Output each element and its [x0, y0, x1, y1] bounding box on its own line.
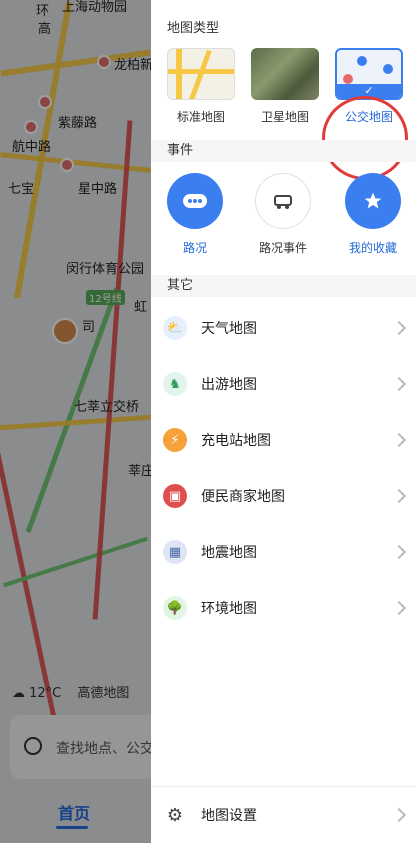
map-type-list: 标准地图 卫星地图 ✓ 公交地图 [151, 48, 416, 180]
road-event-icon [255, 173, 311, 229]
list-item-label: 天气地图 [201, 321, 257, 337]
events-title: 事件 [151, 140, 416, 162]
event-road-incident[interactable]: 路况事件 [243, 173, 323, 256]
standard-map-thumbnail [167, 48, 235, 100]
event-label: 路况事件 [258, 241, 307, 255]
weather-icon: ⛅ [163, 316, 187, 340]
merchant-icon: ▣ [163, 484, 187, 508]
travel-icon: ♞ [163, 372, 187, 396]
list-item-label: 地震地图 [201, 545, 257, 561]
list-item-label: 充电站地图 [201, 433, 271, 449]
earthquake-icon: ▦ [163, 540, 187, 564]
gear-icon: ⚙ [166, 804, 184, 826]
map-types-title: 地图类型 [151, 18, 220, 40]
traffic-icon [167, 173, 223, 229]
dim-overlay[interactable] [0, 0, 151, 843]
map-type-label: 卫星地图 [260, 110, 309, 124]
list-item-travel-map[interactable]: ♞ 出游地图 [151, 356, 416, 412]
list-item-label: 便民商家地图 [201, 489, 285, 505]
transit-map-thumbnail: ✓ [335, 48, 403, 100]
list-item-charging-map[interactable]: ⚡ 充电站地图 [151, 412, 416, 468]
event-label: 路况 [182, 241, 207, 255]
event-favorites[interactable]: 我的收藏 [333, 173, 413, 256]
list-item-weather-map[interactable]: ⛅ 天气地图 [151, 300, 416, 356]
satellite-map-thumbnail [251, 48, 319, 100]
events-list: 路况 路况事件 我的收藏 [151, 163, 416, 273]
chevron-right-icon [391, 807, 407, 823]
map-view[interactable]: 环 上海动物园 高 龙柏新 紫藤路 航中路 七宝 星中路 闵行体育公园 12号线… [0, 0, 151, 843]
other-map-list: ⛅ 天气地图 ♞ 出游地图 ⚡ 充电站地图 ▣ 便民商家地图 ▦ 地震地图 🌳 … [151, 300, 416, 636]
list-item-earthquake-map[interactable]: ▦ 地震地图 [151, 524, 416, 580]
list-item-environment-map[interactable]: 🌳 环境地图 [151, 580, 416, 636]
map-layers-panel: 地图类型 标准地图 卫星地图 ✓ 公交地图 事件 路况 路况事件 我的收藏 其它… [151, 0, 416, 843]
map-type-satellite[interactable]: 卫星地图 [251, 48, 321, 130]
map-settings-row[interactable]: ⚙ 地图设置 [151, 786, 416, 843]
map-type-standard[interactable]: 标准地图 [167, 48, 237, 130]
map-type-label: 标准地图 [176, 110, 225, 124]
list-item-label: 出游地图 [201, 377, 257, 393]
event-traffic[interactable]: 路况 [155, 173, 235, 256]
environment-icon: 🌳 [163, 596, 187, 620]
other-title: 其它 [151, 275, 416, 297]
list-item-merchant-map[interactable]: ▣ 便民商家地图 [151, 468, 416, 524]
event-label: 我的收藏 [348, 241, 397, 255]
map-settings-label: 地图设置 [201, 808, 257, 824]
list-item-label: 环境地图 [201, 601, 257, 617]
star-icon [345, 173, 401, 229]
charging-station-icon: ⚡ [163, 428, 187, 452]
